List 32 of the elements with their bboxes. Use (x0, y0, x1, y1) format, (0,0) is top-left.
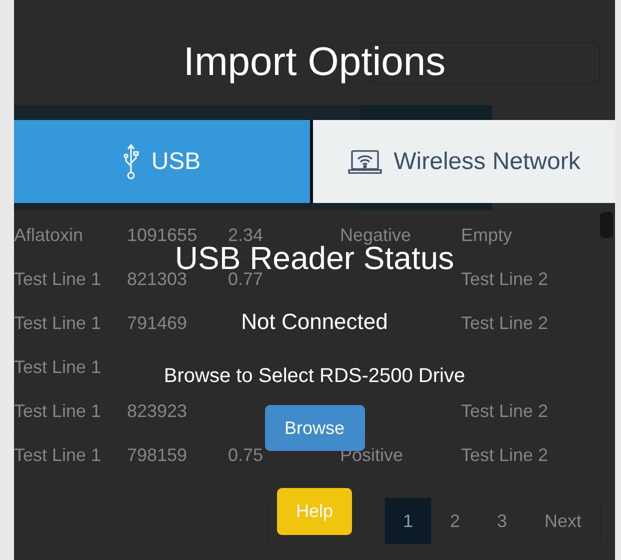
table-cell: Test Line 1 (14, 445, 102, 465)
table-cell: Empty (461, 225, 512, 245)
table-cell: Test Line 2 (461, 269, 548, 289)
table-cell: Test Line 1 (14, 269, 102, 289)
connection-status: Not Connected (241, 308, 388, 336)
table-cell: 823923 (127, 401, 188, 421)
browse-button[interactable]: Browse (264, 405, 364, 451)
table-cell: Test Line 2 (461, 401, 548, 421)
page-button[interactable]: 1 (384, 498, 431, 544)
scrollbar-thumb[interactable] (600, 212, 613, 238)
table-cell: 1091655 (127, 225, 198, 245)
tab[interactable]: USB (14, 120, 313, 203)
next-page-button[interactable]: Next (525, 498, 600, 544)
instruction-text: Browse to Select RDS-2500 Drive (164, 364, 466, 389)
laptop-wifi-icon (348, 148, 382, 174)
table-cell: Test Line 1 (14, 357, 102, 377)
table-cell: 0.75 (228, 445, 264, 465)
usb-icon (123, 144, 140, 180)
table-cell: Test Line 2 (461, 445, 548, 465)
table-cell: 798159 (127, 445, 188, 465)
page-button[interactable]: 2 (431, 498, 478, 544)
table-cell: 0.77 (228, 269, 264, 289)
table-cell: 791469 (127, 313, 188, 333)
table-cell: Test Line 1 (14, 401, 102, 421)
table-cell: Aflatoxin (14, 225, 84, 245)
page-button[interactable]: 3 (478, 498, 525, 544)
tab[interactable]: Wireless Network (313, 120, 615, 203)
dialog-title: Import Options (183, 39, 446, 86)
table-cell: Test Line 1 (14, 313, 102, 333)
table-cell: 2.34 (228, 225, 264, 245)
table-cell: Test Line 2 (461, 313, 548, 333)
table-cell: 821303 (127, 269, 188, 289)
